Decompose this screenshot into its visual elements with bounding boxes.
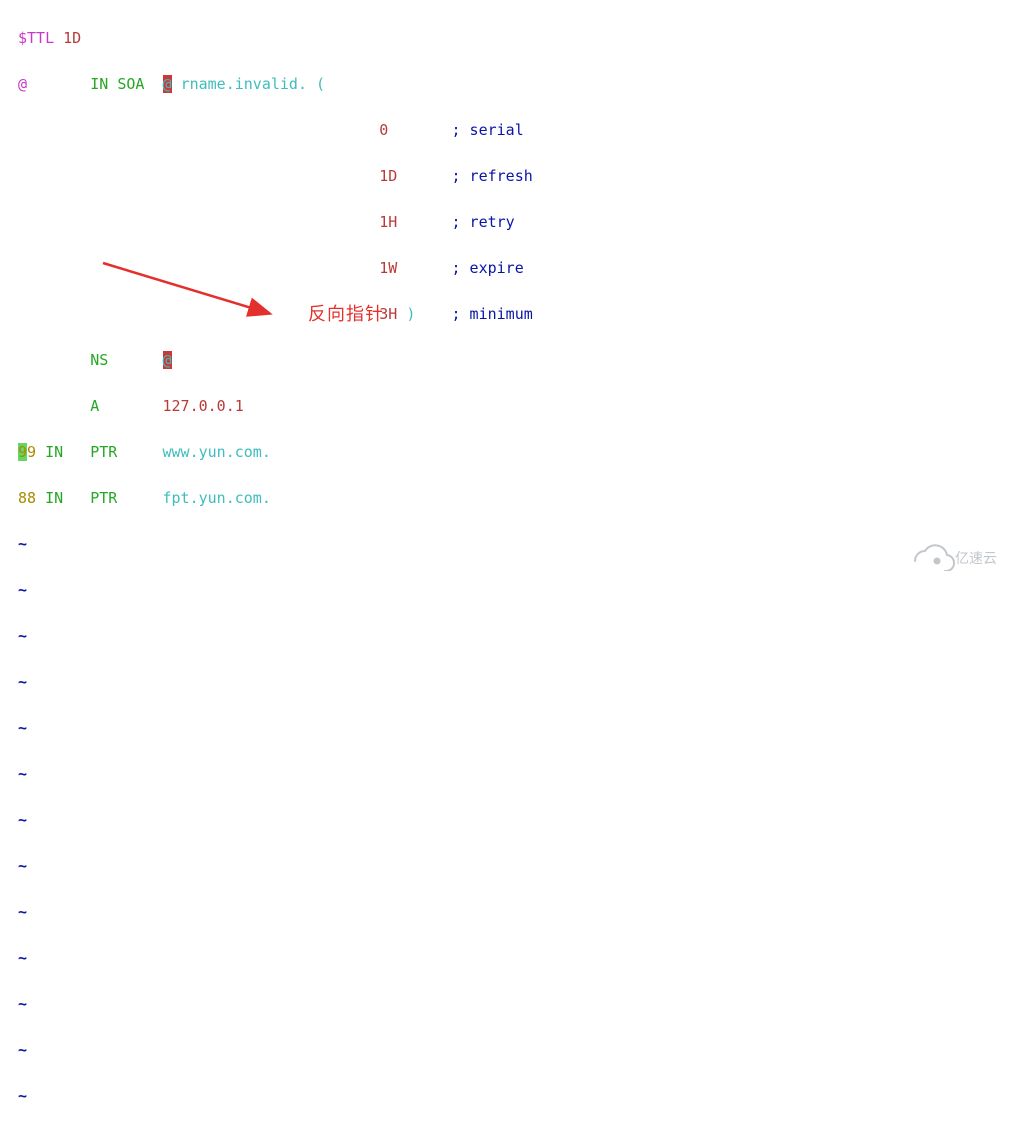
line-soa-expire: 1W ; expire — [18, 257, 1013, 280]
empty-line: ~ — [18, 625, 1013, 648]
empty-line: ~ — [18, 809, 1013, 832]
empty-line: ~ — [18, 855, 1013, 878]
soa-type: SOA — [117, 75, 144, 93]
line-soa-minimum: 3H ) ; minimum — [18, 303, 1013, 326]
line-soa-head: @ IN SOA @ rname.invalid. ( — [18, 73, 1013, 96]
empty-line: ~ — [18, 579, 1013, 602]
empty-line: ~ — [18, 763, 1013, 786]
empty-line: ~ — [18, 1039, 1013, 1062]
empty-line: ~ — [18, 947, 1013, 970]
empty-line: ~ — [18, 671, 1013, 694]
empty-line: ~ — [18, 993, 1013, 1016]
line-ptr2: 88 IN PTR fpt.yun.com. — [18, 487, 1013, 510]
soa-class: IN — [90, 75, 108, 93]
line-ttl: $TTL 1D — [18, 27, 1013, 50]
ttl-value: 1D — [63, 29, 81, 47]
watermark-logo: 亿速云 — [911, 543, 1001, 571]
soa-origin: @ — [18, 75, 27, 93]
line-ptr1: 99 IN PTR www.yun.com. — [18, 441, 1013, 464]
annotation-label: 反向指针 — [308, 303, 384, 326]
svg-text:亿速云: 亿速云 — [955, 550, 997, 566]
empty-line: ~ — [18, 717, 1013, 740]
line-soa-retry: 1H ; retry — [18, 211, 1013, 234]
cursor-position: 9 — [18, 443, 27, 461]
line-a: A 127.0.0.1 — [18, 395, 1013, 418]
line-soa-refresh: 1D ; refresh — [18, 165, 1013, 188]
ttl-directive: $TTL — [18, 29, 54, 47]
empty-line: ~ — [18, 901, 1013, 924]
line-ns: NS @ — [18, 349, 1013, 372]
zone-file-editor: $TTL 1D @ IN SOA @ rname.invalid. ( 0 ; … — [0, 0, 1013, 1131]
empty-line: ~ — [18, 533, 1013, 556]
empty-line: ~ — [18, 1085, 1013, 1108]
soa-mname: @ — [163, 75, 172, 93]
line-soa-serial: 0 ; serial — [18, 119, 1013, 142]
soa-rname: rname.invalid. ( — [181, 75, 326, 93]
